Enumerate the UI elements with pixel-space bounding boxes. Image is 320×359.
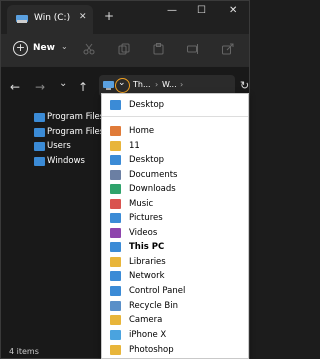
dropdown-item[interactable]: 11: [102, 139, 248, 154]
dropdown-item-label: Desktop: [129, 155, 165, 165]
dropdown-item-label: iPhone X: [129, 330, 167, 340]
drive-icon: [16, 15, 28, 23]
folder-icon: [34, 128, 45, 137]
command-bar: + New ⌄: [1, 34, 249, 66]
copy-icon[interactable]: [118, 43, 130, 55]
dropdown-item[interactable]: Libraries: [102, 255, 248, 270]
forward-button[interactable]: →: [35, 80, 45, 94]
back-button[interactable]: ←: [10, 80, 20, 94]
address-dropdown-menu: Desktop Home 11 Desktop Documents Downloads Mu…: [101, 93, 249, 359]
phone-icon: [110, 330, 121, 340]
folder-icon: [110, 141, 121, 151]
videos-icon: [110, 228, 121, 238]
pictures-icon: [110, 213, 121, 223]
share-icon[interactable]: [222, 43, 234, 55]
dropdown-item[interactable]: This PC: [102, 240, 248, 255]
breadcrumb-this-pc[interactable]: Th...: [133, 80, 151, 89]
network-icon: [110, 271, 121, 281]
dropdown-item[interactable]: Desktop: [102, 153, 248, 168]
home-icon: [110, 126, 121, 136]
recycle-bin-icon: [110, 301, 121, 311]
dropdown-item[interactable]: Camera: [102, 313, 248, 328]
folder-icon: [34, 113, 45, 122]
dropdown-item-label: 11: [129, 141, 140, 151]
dropdown-item[interactable]: Recycle Bin: [102, 299, 248, 314]
paste-icon[interactable]: [153, 43, 165, 55]
dropdown-item-label: This PC: [129, 242, 165, 252]
dropdown-item[interactable]: Home: [102, 124, 248, 139]
dropdown-item[interactable]: Videos: [102, 226, 248, 241]
breadcrumb-win[interactable]: W...: [162, 80, 177, 89]
chevron-down-icon: ⌄: [118, 78, 126, 88]
cut-icon[interactable]: [83, 43, 95, 55]
dropdown-item-label: Videos: [129, 228, 158, 238]
dropdown-item[interactable]: Music: [102, 197, 248, 212]
downloads-icon: [110, 184, 121, 194]
breadcrumb-separator[interactable]: ›: [155, 80, 158, 89]
refresh-button[interactable]: ↻: [240, 79, 249, 92]
dropdown-item[interactable]: Photoshop: [102, 343, 248, 358]
breadcrumb-separator[interactable]: ›: [180, 80, 183, 89]
minimize-button[interactable]: —: [167, 5, 177, 16]
folder-icon: [34, 142, 45, 151]
up-button[interactable]: ↑: [78, 80, 88, 94]
desktop-icon: [110, 100, 121, 110]
chevron-down-icon: ⌄: [61, 42, 68, 51]
dropdown-item[interactable]: Downloads: [102, 182, 248, 197]
folder-icon: [110, 345, 121, 355]
music-icon: [110, 199, 121, 209]
new-tab-button[interactable]: +: [104, 9, 114, 23]
desktop-icon: [110, 155, 121, 165]
status-item-count: 4 items: [9, 347, 39, 356]
folder-icon: [110, 315, 121, 325]
dropdown-item-label: Music: [129, 199, 154, 209]
dropdown-item-label: Home: [129, 126, 155, 136]
dropdown-item-label: Photoshop: [129, 345, 174, 355]
dropdown-item-label: Recycle Bin: [129, 301, 179, 311]
dropdown-item[interactable]: Network: [102, 269, 248, 284]
dropdown-item-label: Camera: [129, 315, 163, 325]
tab-title: Win (C:): [34, 13, 71, 23]
recent-locations-button[interactable]: ⌄: [59, 78, 67, 89]
control-panel-icon: [110, 286, 121, 296]
dropdown-item-label: Pictures: [129, 213, 163, 223]
dropdown-item[interactable]: Desktop: [102, 98, 248, 113]
dropdown-item[interactable]: Documents: [102, 168, 248, 183]
dropdown-item-label: Libraries: [129, 257, 166, 267]
documents-icon: [110, 170, 121, 180]
title-bar: Win (C:) ✕ + — ☐ ✕: [1, 1, 249, 34]
new-label: New: [33, 43, 55, 53]
maximize-button[interactable]: ☐: [197, 5, 206, 16]
close-window-button[interactable]: ✕: [229, 5, 237, 16]
this-pc-icon: [110, 242, 121, 252]
tab-close-icon[interactable]: ✕: [79, 12, 87, 22]
dropdown-item-label: Desktop: [129, 100, 165, 110]
dropdown-item-label: Documents: [129, 170, 178, 180]
tab-win-c[interactable]: Win (C:) ✕: [7, 5, 93, 34]
libraries-icon: [110, 257, 121, 267]
this-pc-icon: [103, 81, 114, 90]
rename-icon[interactable]: [187, 43, 199, 55]
dropdown-item-label: Control Panel: [129, 286, 186, 296]
dropdown-item[interactable]: Pictures: [102, 211, 248, 226]
dropdown-item[interactable]: iPhone X: [102, 328, 248, 343]
dropdown-item[interactable]: Control Panel: [102, 284, 248, 299]
plus-icon: +: [13, 41, 28, 56]
dropdown-item-label: Downloads: [129, 184, 176, 194]
dropdown-item-label: Network: [129, 271, 165, 281]
address-dropdown-button[interactable]: ⌄: [115, 78, 130, 93]
folder-icon: [34, 157, 45, 166]
